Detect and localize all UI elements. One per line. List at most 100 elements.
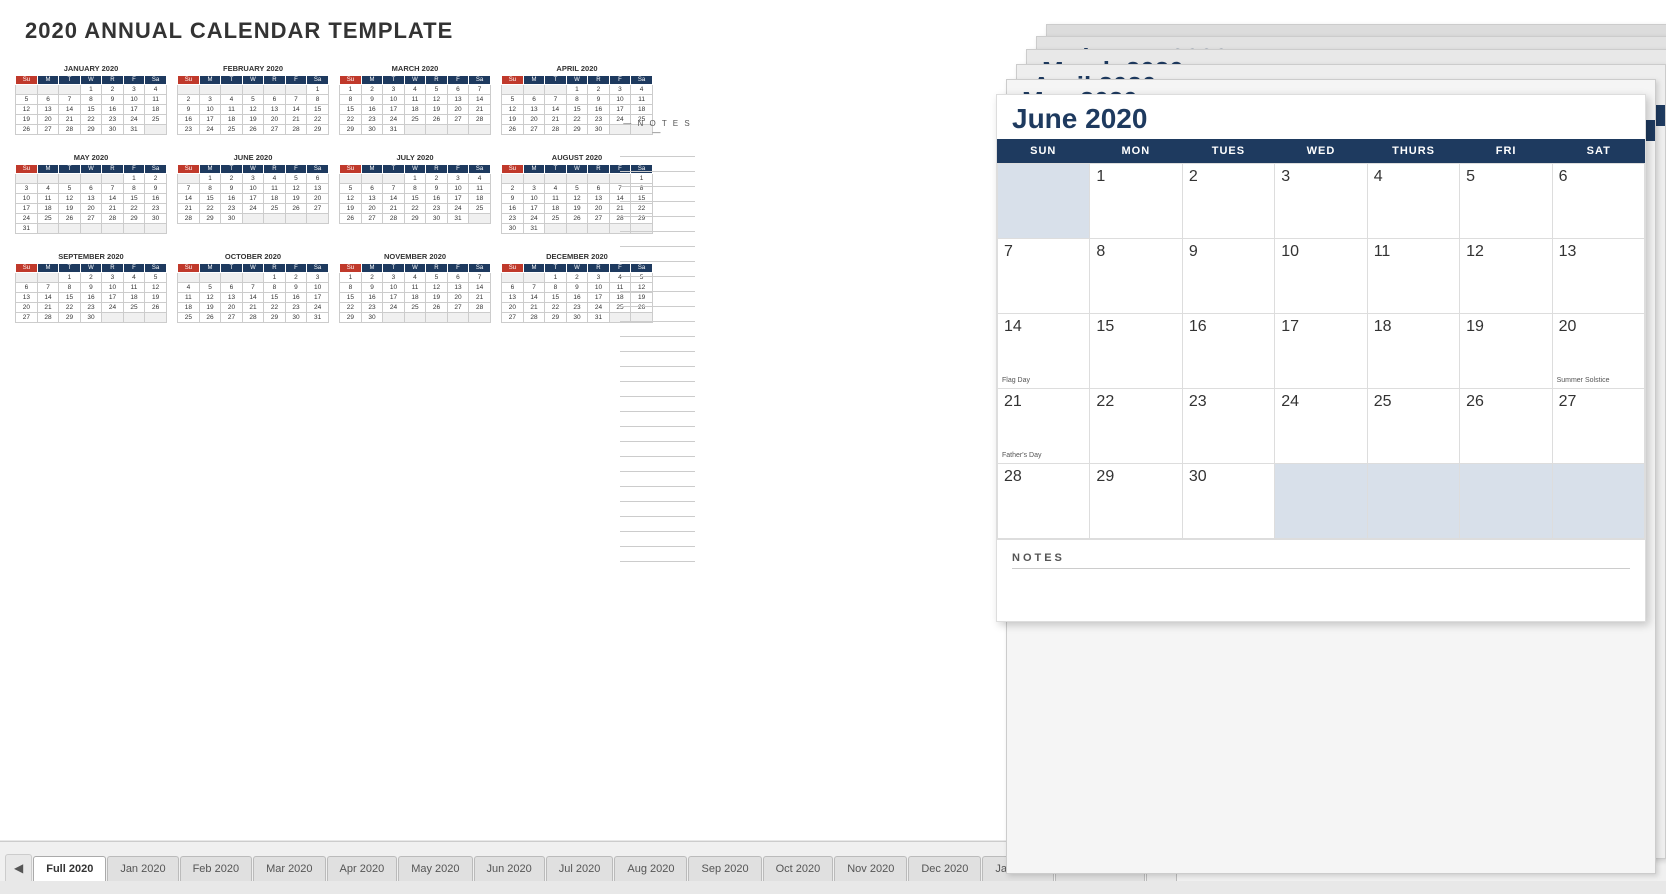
sheet-tab[interactable]: Sep 2020	[688, 856, 761, 881]
mini-cal-header-cell: F	[123, 264, 144, 273]
mini-cal-cell: 15	[340, 105, 362, 115]
month-cell: 11	[1368, 239, 1460, 314]
mini-cal-header-cell: R	[102, 165, 123, 174]
mini-cal-cell	[404, 313, 425, 323]
mini-cal-cell: 16	[102, 105, 123, 115]
mini-cal-cell: 1	[340, 85, 362, 95]
mini-cal-cell: 20	[307, 194, 329, 204]
month-cell: 20Summer Solstice	[1553, 314, 1645, 389]
mini-cal-cell: 22	[199, 204, 220, 214]
mini-cal-cell: 4	[37, 184, 58, 194]
mini-cal-cell: 14	[383, 194, 404, 204]
mini-cal-cell: 17	[123, 105, 144, 115]
month-cell: 6	[1553, 164, 1645, 239]
sheet-tab[interactable]: Jan 2020	[107, 856, 178, 881]
mini-cal-cell	[102, 174, 123, 184]
notes-line	[620, 143, 695, 157]
mini-cal-header-cell: R	[588, 165, 609, 174]
mini-cal-cell: 4	[178, 283, 200, 293]
mini-cal-header-cell: Sa	[469, 76, 491, 85]
month-cell: 7	[998, 239, 1090, 314]
mini-cal-cell: 7	[383, 184, 404, 194]
sheet-tab[interactable]: Apr 2020	[327, 856, 398, 881]
notes-line	[620, 533, 695, 547]
front-calendar-body: 1234567891011121314Flag Day151617181920S…	[997, 163, 1645, 539]
notes-line	[620, 383, 695, 397]
mini-cal-cell: 30	[566, 313, 587, 323]
mini-cal-cell: 23	[566, 303, 587, 313]
sheet-tab[interactable]: Feb 2020	[180, 856, 252, 881]
mini-cal-cell: 9	[426, 184, 447, 194]
mini-cal-table: SuMTWRFSa1234567891011121314151617181920…	[15, 75, 167, 135]
mini-cal-header-cell: T	[221, 76, 242, 85]
mini-cal-cell	[199, 85, 220, 95]
mini-cal-cell	[59, 85, 80, 95]
mini-cal-cell: 17	[447, 194, 468, 204]
mini-cal-cell: 4	[264, 174, 285, 184]
annual-overview: JANUARY 2020 SuMTWRFSa1234567891011121314…	[15, 64, 680, 323]
mini-cal-cell: 18	[221, 115, 242, 125]
mini-cal-title: JANUARY 2020	[15, 64, 167, 73]
month-cell: 26	[1460, 389, 1552, 464]
mini-cal-cell: 10	[609, 95, 630, 105]
mini-cal-cell: 7	[178, 184, 200, 194]
notes-line	[620, 278, 695, 292]
notes-lines	[620, 143, 695, 562]
mini-cal-header-cell: F	[123, 76, 144, 85]
mini-cal-cell	[447, 313, 468, 323]
mini-cal-cell: 1	[340, 273, 362, 283]
sheet-tab[interactable]: May 2020	[398, 856, 472, 881]
mini-cal-cell	[383, 313, 404, 323]
mini-cal-cell: 13	[447, 95, 468, 105]
mini-cal-cell	[447, 125, 468, 135]
tab-prev-arrow[interactable]: ◀	[5, 854, 32, 881]
mini-cal-cell: 28	[102, 214, 123, 224]
mini-cal-cell	[502, 174, 524, 184]
mini-cal-cell: 8	[199, 184, 220, 194]
mini-cal-cell: 26	[16, 125, 38, 135]
main-area: 2020 ANNUAL CALENDAR TEMPLATE JANUARY 20…	[0, 0, 1666, 840]
mini-cal-cell: 9	[502, 194, 524, 204]
mini-cal-cell: 17	[102, 293, 123, 303]
mini-cal-cell: 17	[523, 204, 544, 214]
notes-line	[620, 428, 695, 442]
mini-cal-cell: 18	[631, 105, 653, 115]
mini-cal-cell: 9	[145, 184, 167, 194]
mini-cal-cell: 22	[307, 115, 329, 125]
sheet-tab[interactable]: Aug 2020	[614, 856, 687, 881]
sheet-tab[interactable]: Mar 2020	[253, 856, 325, 881]
sheet-tab[interactable]: Dec 2020	[908, 856, 981, 881]
sheet-tab[interactable]: Oct 2020	[763, 856, 834, 881]
mini-cal-cell: 20	[361, 204, 382, 214]
mini-cal-cell: 11	[221, 105, 242, 115]
mini-cal-cell: 10	[447, 184, 468, 194]
sheet-tab[interactable]: Full 2020	[33, 856, 106, 881]
mini-cal-cell: 14	[545, 105, 566, 115]
mini-cal-cell: 19	[566, 204, 587, 214]
month-cell	[1460, 464, 1552, 539]
sheet-tab[interactable]: Nov 2020	[834, 856, 907, 881]
mini-cal-cell	[502, 85, 524, 95]
mini-cal-cell	[242, 85, 263, 95]
sheet-tab[interactable]: Jul 2020	[546, 856, 614, 881]
mini-cal-header-cell: T	[383, 165, 404, 174]
mini-cal-cell: 3	[199, 95, 220, 105]
mini-cal-header-cell: F	[123, 165, 144, 174]
mini-cal-cell	[404, 125, 425, 135]
mini-cal-cell	[242, 273, 263, 283]
mini-cal-cell: 3	[102, 273, 123, 283]
mini-cal-cell: 24	[383, 115, 404, 125]
front-cal-header-cell: SAT	[1552, 139, 1645, 163]
mini-cal-cell: 2	[361, 273, 382, 283]
mini-cal-cell: 4	[145, 85, 167, 95]
mini-cal-cell	[340, 174, 362, 184]
mini-cal-cell: 29	[199, 214, 220, 224]
mini-cal-cell: 23	[285, 303, 306, 313]
sheet-tab[interactable]: Jun 2020	[474, 856, 545, 881]
mini-cal-cell	[16, 174, 38, 184]
mini-cal-table: SuMTWRFSa1234567891011121314151617181920…	[339, 75, 491, 135]
mini-cal-cell: 5	[145, 273, 167, 283]
mini-cal-cell: 28	[242, 313, 263, 323]
mini-cal-cell: 25	[545, 214, 566, 224]
cell-number: 13	[1559, 243, 1577, 260]
